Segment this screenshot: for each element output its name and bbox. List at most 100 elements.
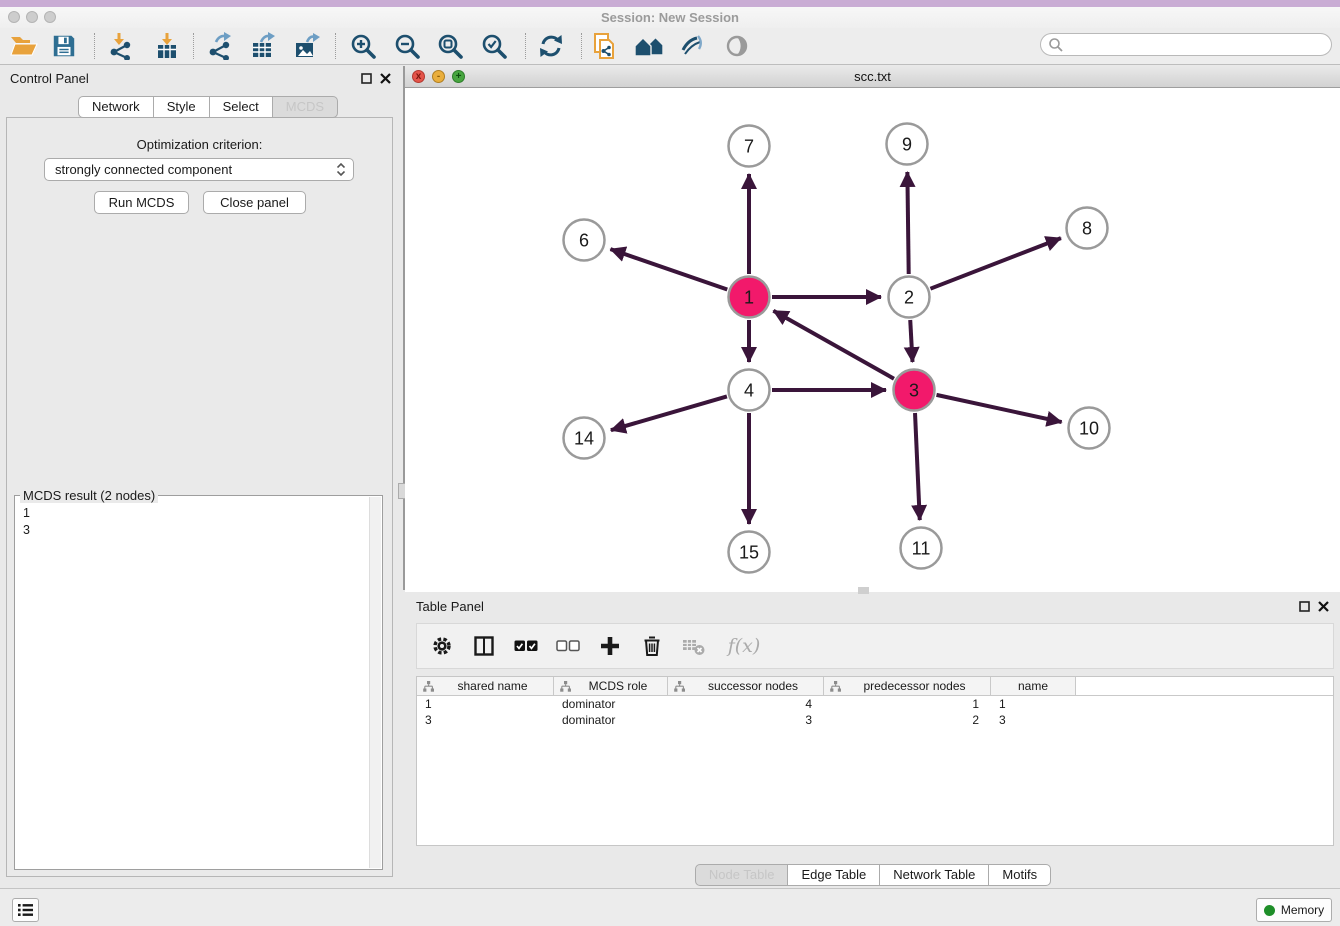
save-session-button[interactable] (45, 29, 83, 63)
table-panel-tabs: Node Table Edge Table Network Table Moti… (406, 864, 1340, 886)
control-panel-tabs: Network Style Select MCDS (78, 96, 338, 118)
select-all-button[interactable] (513, 633, 539, 659)
tab-node-table[interactable]: Node Table (695, 864, 789, 886)
window-close-button[interactable] (8, 11, 20, 23)
network-close-button[interactable]: x (412, 70, 425, 83)
node-table: shared name MCDS role successor nodes pr… (416, 676, 1334, 846)
optimization-criterion-select[interactable]: strongly connected component (44, 158, 354, 181)
graph-edge-2-9[interactable] (907, 172, 908, 274)
export-table-icon (249, 32, 277, 60)
graph-edge-2-3[interactable] (910, 320, 912, 362)
column-header-name[interactable]: name (991, 677, 1076, 695)
export-image-button[interactable] (288, 29, 326, 63)
function-builder-button[interactable]: f(x) (723, 633, 765, 659)
export-table-button[interactable] (244, 29, 282, 63)
table-cell[interactable]: dominator (554, 697, 668, 711)
float-table-panel-icon[interactable] (1299, 601, 1310, 612)
search-input[interactable] (1064, 38, 1314, 52)
float-panel-icon[interactable] (361, 73, 372, 84)
columns-icon (473, 635, 495, 657)
window-zoom-button[interactable] (44, 11, 56, 23)
horizontal-splitter-grip[interactable] (858, 587, 869, 594)
refresh-button[interactable] (532, 29, 570, 63)
import-network-button[interactable] (101, 29, 139, 63)
result-scrollbar[interactable] (369, 497, 381, 868)
task-history-button[interactable] (12, 898, 39, 922)
graph-edge-3-1[interactable] (773, 311, 894, 379)
column-header-shared-name[interactable]: shared name (417, 677, 554, 695)
zoom-in-button[interactable] (344, 29, 382, 63)
import-table-button[interactable] (148, 29, 186, 63)
toggle-graphics-details-button[interactable] (673, 29, 711, 63)
table-cell[interactable]: 4 (668, 697, 824, 711)
graph-edge-2-8[interactable] (930, 238, 1060, 289)
table-cell[interactable]: 1 (824, 697, 991, 711)
close-table-panel-icon[interactable] (1318, 601, 1329, 612)
column-header-mcds-role[interactable]: MCDS role (554, 677, 668, 695)
export-network-button[interactable] (201, 29, 239, 63)
search-box[interactable] (1040, 33, 1332, 56)
save-disk-icon (51, 33, 77, 59)
table-cell[interactable]: 3 (668, 713, 824, 727)
show-hide-details-button[interactable] (718, 29, 756, 63)
graph-edge-3-11[interactable] (915, 413, 920, 520)
selected-option-label: strongly connected component (55, 162, 232, 177)
tab-motifs[interactable]: Motifs (988, 864, 1051, 886)
tab-mcds[interactable]: MCDS (272, 96, 338, 118)
export-network-icon (206, 32, 234, 60)
close-panel-icon[interactable] (380, 73, 391, 84)
plus-icon (599, 635, 621, 657)
delete-column-button[interactable] (639, 633, 665, 659)
close-panel-button[interactable]: Close panel (203, 191, 306, 214)
delete-table-button[interactable] (681, 633, 707, 659)
open-session-button[interactable] (5, 29, 43, 63)
graph-node-label: 6 (579, 230, 589, 250)
run-mcds-button[interactable]: Run MCDS (94, 191, 189, 214)
tab-network[interactable]: Network (78, 96, 154, 118)
table-cell[interactable]: 2 (824, 713, 991, 727)
tab-select[interactable]: Select (209, 96, 273, 118)
table-cell[interactable]: 3 (991, 713, 1076, 727)
tab-style[interactable]: Style (153, 96, 210, 118)
select-stepper-icon (337, 163, 345, 176)
deselect-all-button[interactable] (555, 633, 581, 659)
table-row[interactable]: 1dominator411 (417, 696, 1333, 712)
graph-node-label: 4 (744, 380, 754, 400)
add-column-button[interactable] (597, 633, 623, 659)
table-row[interactable]: 3dominator323 (417, 712, 1333, 728)
hierarchy-icon (560, 681, 571, 692)
zoom-selected-button[interactable] (475, 29, 513, 63)
table-cell[interactable]: 3 (417, 713, 554, 727)
table-cell[interactable]: dominator (554, 713, 668, 727)
import-table-icon (153, 32, 181, 60)
zoom-out-button[interactable] (388, 29, 426, 63)
tab-edge-table[interactable]: Edge Table (787, 864, 880, 886)
network-minimize-button[interactable]: - (432, 70, 445, 83)
tab-network-table[interactable]: Network Table (879, 864, 989, 886)
table-cell[interactable]: 1 (417, 697, 554, 711)
memory-button[interactable]: Memory (1256, 898, 1332, 922)
hierarchy-icon (674, 681, 685, 692)
table-settings-button[interactable] (429, 633, 455, 659)
graph-node-label: 11 (912, 538, 931, 558)
zoom-fit-button[interactable] (431, 29, 469, 63)
table-cell[interactable]: 1 (991, 697, 1076, 711)
column-layout-button[interactable] (471, 633, 497, 659)
column-header-successor-nodes[interactable]: successor nodes (668, 677, 824, 695)
refresh-icon (537, 32, 565, 60)
status-bar: Memory (0, 888, 1340, 926)
network-canvas[interactable]: 7968124314101511 (405, 88, 1340, 592)
window-minimize-button[interactable] (26, 11, 38, 23)
mcds-result-box: MCDS result (2 nodes) 1 3 (14, 495, 383, 870)
network-window-title: scc.txt (405, 66, 1340, 87)
network-zoom-button[interactable]: + (452, 70, 465, 83)
graph-node-label: 7 (744, 136, 754, 156)
network-graph[interactable]: 7968124314101511 (405, 88, 1340, 592)
home-button[interactable] (630, 29, 668, 63)
graph-edge-3-10[interactable] (936, 395, 1061, 422)
graph-edge-4-14[interactable] (611, 396, 727, 430)
network-window-titlebar[interactable]: x - + scc.txt (405, 66, 1340, 88)
duplicate-network-button[interactable] (586, 29, 624, 63)
graph-edge-1-6[interactable] (610, 249, 727, 289)
column-header-predecessor-nodes[interactable]: predecessor nodes (824, 677, 991, 695)
